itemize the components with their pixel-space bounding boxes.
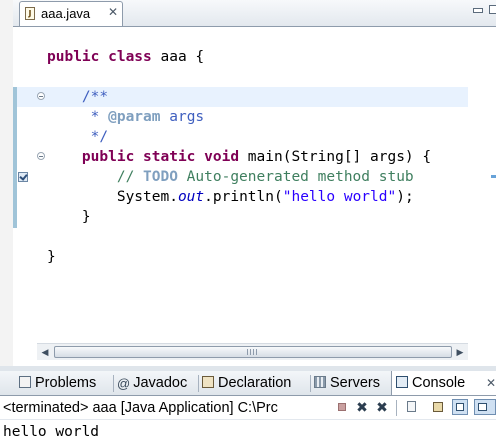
problems-icon [19, 376, 31, 388]
editor-tab-aaa-java[interactable]: J aaa.java ✕ [19, 1, 123, 26]
code-token: void [204, 149, 248, 165]
tab-console[interactable]: Console ✕ [391, 371, 496, 395]
scroll-right-icon[interactable]: ▶ [452, 344, 468, 360]
tab-console-label: Console [412, 375, 466, 391]
code-token: } [47, 249, 56, 265]
horizontal-scrollbar[interactable]: ◀ ▶ [37, 343, 468, 360]
code-line[interactable]: /** [47, 87, 431, 107]
code-line[interactable]: } [47, 247, 431, 267]
clear-console-icon[interactable] [404, 399, 420, 415]
code-token: public [47, 49, 109, 65]
minimize-icon[interactable] [473, 8, 483, 13]
code-line[interactable]: System.out.println("hello world"); [47, 187, 431, 207]
scrollbar-grip-icon [247, 349, 257, 355]
code-token: Auto-generated method stub [177, 169, 414, 185]
editor-tab-bar: J aaa.java ✕ [13, 0, 496, 27]
code-line[interactable]: public static void main(String[] args) { [47, 147, 431, 167]
code-line[interactable]: * @param args [47, 107, 431, 127]
code-line[interactable]: public class aaa { [47, 47, 431, 67]
code-token: @param [108, 109, 161, 125]
task-marker-icon[interactable] [18, 172, 28, 182]
display-selected-console-icon[interactable] [474, 399, 496, 415]
code-token: public [81, 149, 144, 165]
tab-declaration[interactable]: Declaration [202, 371, 291, 395]
tab-separator [113, 375, 114, 392]
tab-separator [198, 375, 199, 392]
code-token: // [47, 169, 144, 185]
code-token: /** [47, 89, 109, 105]
close-icon[interactable]: ✕ [486, 371, 496, 395]
tab-separator [310, 375, 311, 392]
java-editor: J aaa.java ✕ public class aaa { /** * @p… [13, 0, 496, 366]
code-token: */ [47, 129, 109, 145]
close-icon[interactable]: ✕ [108, 5, 118, 19]
tab-declaration-label: Declaration [218, 375, 292, 391]
package-explorer-edge [0, 0, 14, 366]
code-line[interactable]: */ [47, 127, 431, 147]
code-line[interactable] [47, 67, 431, 87]
code-token: static [143, 149, 205, 165]
code-token: args [160, 109, 205, 125]
pin-console-icon[interactable] [452, 399, 468, 415]
editor-tab-label: aaa.java [41, 6, 91, 21]
fold-collapse-icon[interactable] [37, 92, 45, 100]
tab-problems[interactable]: Problems [19, 371, 96, 395]
code-token: TODO [143, 169, 178, 185]
tab-servers[interactable]: Servers [314, 371, 380, 395]
code-line[interactable]: // TODO Auto-generated method stub [47, 167, 431, 187]
code-token: ); [396, 189, 414, 205]
code-line[interactable]: } [47, 207, 431, 227]
code-text[interactable]: public class aaa { /** * @param args */ … [47, 47, 431, 267]
console-process-label: <terminated> aaa [Java Application] C:\P… [3, 400, 278, 416]
code-token: class [108, 49, 161, 65]
scroll-left-icon[interactable]: ◀ [37, 344, 53, 360]
annotation-ruler [13, 87, 17, 228]
tab-javadoc[interactable]: @ Javadoc [117, 371, 187, 395]
code-line[interactable] [47, 227, 431, 247]
scroll-lock-icon[interactable] [430, 399, 446, 415]
overview-ruler-marker[interactable] [491, 175, 496, 178]
code-token: * [47, 109, 109, 125]
javadoc-icon: @ [117, 376, 131, 391]
servers-icon [314, 376, 326, 388]
remove-launch-icon[interactable]: ✖ [354, 399, 370, 415]
bottom-panel-tab-bar: Problems @ Javadoc Declaration Servers Co… [0, 371, 496, 396]
scrollbar-thumb[interactable] [54, 346, 452, 358]
terminate-icon[interactable] [334, 399, 350, 415]
console-icon [396, 376, 408, 388]
code-token: aaa { [160, 49, 205, 65]
code-token: .println( [204, 189, 283, 205]
tab-servers-label: Servers [330, 375, 380, 391]
java-file-icon: J [25, 7, 35, 20]
declaration-icon [202, 376, 214, 388]
tab-javadoc-label: Javadoc [133, 375, 188, 391]
code-token: main(String[] args) { [247, 149, 432, 165]
console-toolbar: <terminated> aaa [Java Application] C:\P… [0, 396, 496, 419]
fold-collapse-icon[interactable] [37, 152, 45, 160]
code-token: "hello world" [282, 189, 397, 205]
code-token: System. [47, 189, 178, 205]
tab-problems-label: Problems [35, 375, 97, 391]
code-token: } [47, 209, 91, 225]
console-output-text: hello world [3, 424, 100, 440]
code-token: out [177, 189, 205, 205]
maximize-icon[interactable] [489, 5, 496, 14]
toolbar-separator [396, 400, 397, 416]
console-output-area[interactable]: hello world [0, 419, 496, 447]
remove-all-terminated-icon[interactable]: ✖ [374, 399, 390, 415]
